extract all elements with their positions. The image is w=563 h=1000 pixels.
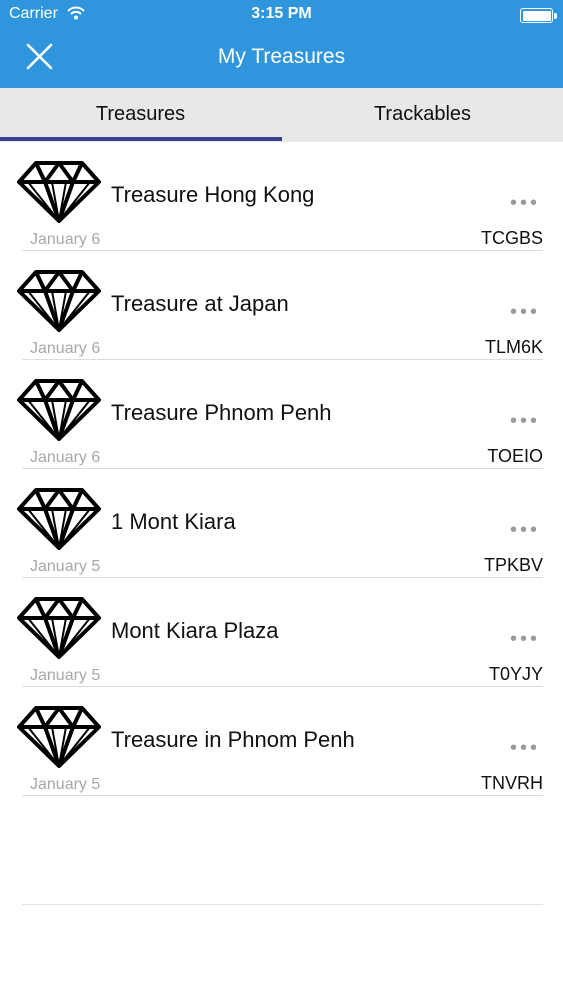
battery-icon: [520, 8, 557, 23]
treasure-date: January 5: [30, 558, 101, 575]
list-item[interactable]: 1 Mont Kiara ••• January 5 TPKBV: [0, 469, 563, 578]
more-options-icon[interactable]: •••: [510, 411, 540, 431]
more-options-icon[interactable]: •••: [510, 520, 540, 540]
selected-tab-indicator: [0, 137, 282, 141]
diamond-icon: [17, 161, 101, 223]
diamond-icon: [17, 488, 101, 550]
page-title: My Treasures: [217, 45, 346, 68]
treasure-title: Treasure Phnom Penh: [111, 400, 332, 425]
treasure-date: January 6: [30, 231, 101, 248]
clock-time: 3:15 PM: [251, 5, 312, 22]
treasure-code: T0YJY: [488, 664, 543, 684]
treasure-date: January 6: [30, 449, 101, 466]
treasure-title: Treasure in Phnom Penh: [111, 727, 355, 752]
treasure-code: TPKBV: [483, 555, 543, 575]
diamond-icon: [17, 379, 101, 441]
treasure-date: January 5: [30, 667, 101, 684]
list-item[interactable]: Treasure at Japan ••• January 6 TLM6K: [0, 251, 563, 360]
tab-bar: Treasures Trackables: [0, 88, 563, 142]
diamond-icon: [17, 706, 101, 768]
diamond-icon: [17, 270, 101, 332]
list-item[interactable]: Mont Kiara Plaza ••• January 5 T0YJY: [0, 578, 563, 687]
list-item[interactable]: Treasure Phnom Penh ••• January 6 TOEIO: [0, 360, 563, 469]
list-item[interactable]: Treasure in Phnom Penh ••• January 5 TNV…: [0, 687, 563, 796]
treasure-code: TLM6K: [484, 337, 543, 357]
empty-row-divider: [22, 904, 543, 905]
treasure-date: January 6: [30, 340, 101, 357]
status-bar: Carrier 3:15 PM: [0, 0, 563, 30]
more-options-icon[interactable]: •••: [510, 302, 540, 322]
more-options-icon[interactable]: •••: [510, 738, 540, 758]
list-item[interactable]: Treasure Hong Kong ••• January 6 TCGBS: [0, 142, 563, 251]
more-options-icon[interactable]: •••: [510, 629, 540, 649]
diamond-icon: [17, 597, 101, 659]
treasure-code: TCGBS: [480, 228, 543, 248]
treasure-title: Treasure Hong Kong: [111, 182, 315, 207]
treasure-title: 1 Mont Kiara: [111, 509, 236, 534]
tab-treasures[interactable]: Treasures: [0, 88, 281, 142]
more-options-icon[interactable]: •••: [510, 193, 540, 213]
tab-trackables[interactable]: Trackables: [282, 88, 563, 142]
treasure-title: Mont Kiara Plaza: [111, 618, 279, 643]
treasure-title: Treasure at Japan: [111, 291, 289, 316]
treasure-code: TNVRH: [481, 773, 543, 793]
row-divider: [22, 795, 543, 796]
nav-bar: Carrier 3:15 PM My Treasures: [0, 0, 563, 88]
treasure-date: January 5: [30, 776, 101, 793]
treasure-code: TOEIO: [487, 446, 543, 466]
